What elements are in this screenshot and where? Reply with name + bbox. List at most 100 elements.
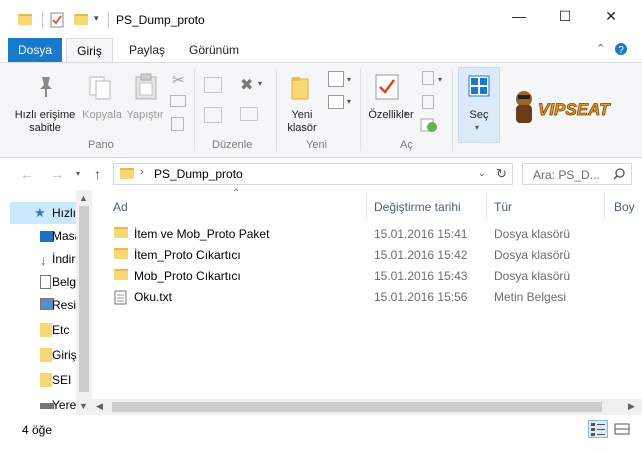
details-view-button[interactable] (588, 420, 608, 438)
scrollbar-thumb[interactable] (112, 402, 602, 412)
new-item-icon[interactable] (328, 71, 344, 87)
forward-arrow-icon[interactable]: → (50, 166, 64, 182)
ribbon: Hızlı erişime sabitle Kopyala Yapıştır ✂… (0, 62, 642, 158)
item-count: 4 öğe (22, 423, 53, 437)
divider[interactable] (604, 194, 605, 220)
minimize-button[interactable]: — (496, 0, 542, 32)
open-icon[interactable] (422, 71, 434, 85)
new-folder-button[interactable]: Yeni klasör (280, 109, 324, 135)
vipseat-logo: VIPSEAT (538, 100, 611, 120)
nav-item-documents[interactable]: Belgeler (0, 271, 76, 293)
divider[interactable] (366, 194, 367, 220)
select-button[interactable]: Seç (458, 109, 500, 122)
group-label-clipboard: Pano (88, 139, 114, 151)
large-icons-view-button[interactable] (612, 420, 632, 438)
column-headers: ⌃ Ad Değiştirme tarihi Tür Boy (92, 188, 642, 220)
list-item[interactable]: Oku.txt 15.01.2016 15:56 Metin Belgesi (110, 286, 580, 307)
list-item[interactable]: Mob_Proto Cıkartıcı 15.01.2016 15:43 Dos… (110, 265, 580, 286)
rename-icon[interactable] (240, 107, 258, 121)
scroll-left-icon[interactable]: ◀ (96, 401, 103, 412)
paste-button[interactable]: Yapıştır (124, 109, 166, 122)
recent-locations-dropdown-icon[interactable]: ▾ (76, 169, 80, 178)
move-to-icon[interactable] (204, 77, 222, 93)
search-input[interactable]: Ara: PS_D... (533, 168, 600, 182)
column-name[interactable]: Ad (113, 200, 128, 214)
copy-path-icon[interactable] (170, 95, 186, 107)
divider[interactable] (486, 194, 487, 220)
copy-icon (89, 76, 111, 100)
tab-view[interactable]: Görünüm (182, 38, 246, 62)
file-name: Oku.txt (134, 290, 173, 304)
tab-home[interactable]: Giriş (66, 38, 113, 63)
nav-item-label: Masaüstü (52, 229, 76, 243)
divider (42, 12, 43, 28)
delete-dropdown-icon[interactable]: ▾ (258, 79, 262, 88)
search-box[interactable]: Ara: PS_D... (522, 163, 632, 185)
nav-item-pictures[interactable]: Resimler (0, 294, 76, 316)
text-file-icon (114, 290, 127, 305)
new-item-dropdown-icon[interactable]: ▾ (347, 75, 351, 84)
scrollbar-thumb[interactable] (79, 206, 89, 392)
paste-shortcut-icon[interactable] (171, 117, 184, 131)
delete-icon[interactable]: ✖ (240, 75, 253, 95)
list-item[interactable]: İtem ve Mob_Proto Paket 15.01.2016 15:41… (110, 223, 580, 244)
nav-item-folder[interactable]: Giriş (0, 344, 76, 366)
easy-access-dropdown-icon[interactable]: ▾ (347, 97, 351, 106)
new-folder-quick-icon[interactable] (74, 14, 88, 25)
file-date: 15.01.2016 15:43 (374, 269, 468, 283)
copy-button[interactable]: Kopyala (82, 109, 122, 122)
file-type: Dosya klasörü (494, 269, 571, 283)
nav-item-quick-access[interactable]: ★ Hızlı (10, 202, 76, 224)
address-bar[interactable]: › PS_Dump_proto ⌄ ↻ (113, 163, 513, 185)
divider (194, 69, 195, 151)
file-list-horizontal-scrollbar[interactable]: ◀ ▶ (92, 399, 642, 415)
properties-dropdown-icon[interactable]: ▾ (404, 109, 408, 118)
search-icon[interactable] (613, 168, 625, 180)
nav-item-folder[interactable]: SEI (0, 369, 76, 391)
column-size[interactable]: Boy (614, 200, 635, 214)
maximize-button[interactable]: ☐ (542, 0, 588, 32)
column-date-modified[interactable]: Değiştirme tarihi (374, 200, 461, 214)
cut-icon[interactable]: ✂ (172, 71, 185, 89)
back-arrow-icon[interactable]: ← (20, 166, 34, 182)
quick-access-dropdown-icon[interactable]: ▾ (94, 13, 99, 24)
group-label-organize: Düzenle (212, 139, 253, 151)
address-dropdown-icon[interactable]: ⌄ (478, 168, 486, 179)
nav-item-folder[interactable]: Etc (0, 319, 76, 341)
select-dropdown-icon[interactable]: ▾ (475, 123, 479, 132)
new-folder-icon (291, 77, 309, 100)
properties-button[interactable]: Özellikler (364, 109, 418, 122)
folder-icon (114, 227, 128, 238)
tab-share[interactable]: Paylaş (124, 38, 170, 62)
column-type[interactable]: Tür (494, 200, 512, 214)
close-button[interactable]: ✕ (588, 0, 634, 32)
file-type: Dosya klasörü (494, 248, 571, 262)
nav-item-label: Resimler (52, 298, 76, 312)
up-arrow-icon[interactable]: ↑ (94, 166, 101, 182)
properties-quick-icon[interactable] (50, 12, 64, 28)
easy-access-icon[interactable] (328, 95, 344, 109)
copy-to-icon[interactable] (204, 107, 222, 123)
tab-file[interactable]: Dosya (8, 38, 62, 62)
history-icon[interactable] (420, 117, 438, 133)
breadcrumb[interactable]: PS_Dump_proto (154, 167, 243, 181)
nav-item-desktop[interactable]: Masaüstü (0, 225, 76, 247)
pin-quick-access-button[interactable]: Hızlı erişime sabitle (10, 109, 80, 135)
refresh-icon[interactable]: ↻ (496, 166, 507, 182)
scroll-right-icon[interactable]: ▶ (628, 401, 635, 412)
list-item[interactable]: İtem_Proto Cıkartıcı 15.01.2016 15:42 Do… (110, 244, 580, 265)
group-label-open: Aç (400, 139, 413, 151)
edit-icon[interactable] (422, 95, 434, 109)
nav-item-downloads[interactable]: ↓ İndirilenler (0, 248, 76, 270)
pin-icon (40, 77, 52, 97)
breadcrumb-chevron-icon[interactable]: › (140, 166, 144, 178)
nav-item-local-disk[interactable]: Yerel (0, 394, 76, 415)
scroll-down-icon[interactable]: ▼ (79, 401, 88, 411)
open-dropdown-icon[interactable]: ▾ (438, 75, 442, 84)
ribbon-tabs: Dosya Giriş Paylaş Görünüm ⌃ ? (0, 38, 642, 63)
collapse-ribbon-icon[interactable]: ⌃ (596, 42, 605, 55)
scroll-up-icon[interactable]: ▲ (79, 193, 88, 203)
help-icon[interactable]: ? (614, 42, 628, 56)
navigation-pane-scrollbar[interactable]: ▲ ▼ (76, 190, 92, 415)
folder-icon (40, 348, 52, 362)
